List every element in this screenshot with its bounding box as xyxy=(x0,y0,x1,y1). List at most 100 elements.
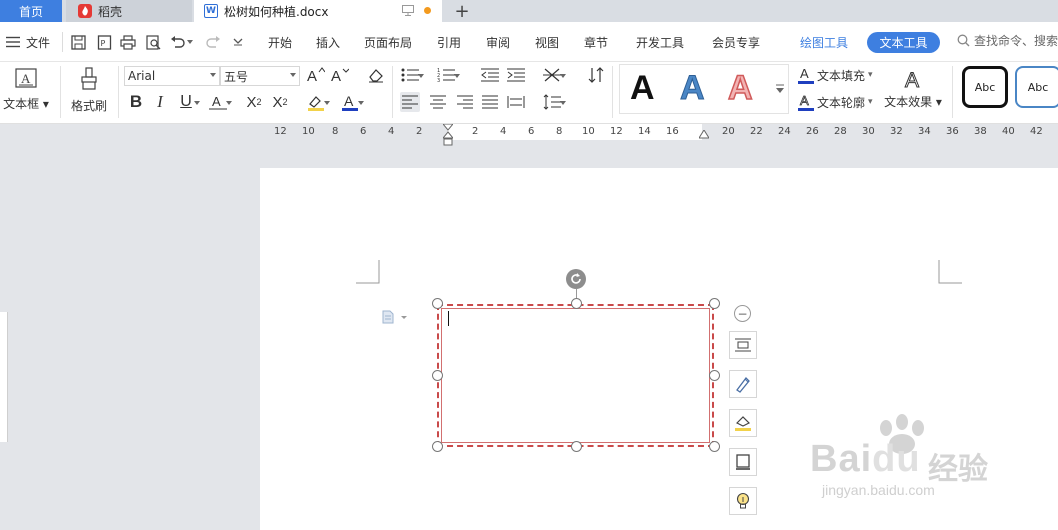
print-preview-icon[interactable] xyxy=(145,34,161,50)
tab-references[interactable]: 引用 xyxy=(437,22,461,62)
rotate-handle-icon[interactable] xyxy=(566,269,586,289)
redo-icon[interactable] xyxy=(205,34,221,50)
decrease-indent-icon[interactable] xyxy=(480,65,500,85)
font-name-select[interactable]: Arial xyxy=(124,66,220,86)
resize-handle-right[interactable] xyxy=(709,370,720,381)
tab-review[interactable]: 审阅 xyxy=(486,22,510,62)
shape-outline-icon[interactable] xyxy=(729,409,757,437)
sort-icon[interactable] xyxy=(586,65,606,85)
watermark-url: jingyan.baidu.com xyxy=(822,482,935,498)
svg-text:A: A xyxy=(344,93,354,109)
wordart-more-icon[interactable] xyxy=(776,83,784,97)
svg-text:A: A xyxy=(905,69,919,91)
svg-text:A: A xyxy=(331,68,341,83)
chinese-layout-icon[interactable] xyxy=(542,65,566,85)
align-center-button[interactable] xyxy=(428,92,448,112)
resize-handle-bottom-left[interactable] xyxy=(432,441,443,452)
bold-button[interactable]: B xyxy=(126,92,146,112)
tab-member[interactable]: 会员专享 xyxy=(712,22,760,62)
tab-home[interactable]: 首页 xyxy=(0,0,62,22)
text-effects-button[interactable]: A 文本效果 ▾ xyxy=(882,62,944,122)
numbered-list-icon[interactable]: 123 xyxy=(436,65,460,85)
grow-font-icon[interactable]: A xyxy=(306,65,326,85)
font-size-select[interactable]: 五号 xyxy=(220,66,300,86)
command-search[interactable]: 查找命令、搜索 xyxy=(957,32,1058,49)
resize-handle-top-left[interactable] xyxy=(432,298,443,309)
resize-handle-left[interactable] xyxy=(432,370,443,381)
resize-handle-top[interactable] xyxy=(571,298,582,309)
tab-section[interactable]: 章节 xyxy=(584,22,608,62)
tab-daoke[interactable]: 稻壳 xyxy=(66,0,192,22)
underline-button[interactable]: U xyxy=(176,92,200,112)
save-icon[interactable] xyxy=(70,34,86,50)
print-icon[interactable] xyxy=(120,34,136,50)
character-spacing-icon[interactable]: A xyxy=(208,92,232,112)
customize-toolbar-icon[interactable] xyxy=(230,34,246,50)
word-doc-icon: W xyxy=(204,4,218,18)
divider xyxy=(60,66,61,118)
format-painter-label: 格式刷 xyxy=(70,99,107,113)
bullet-list-icon[interactable] xyxy=(400,65,424,85)
file-menu[interactable]: 文件 xyxy=(6,22,50,62)
tab-start[interactable]: 开始 xyxy=(268,22,292,62)
text-fill-label: 文本填充 xyxy=(817,68,866,83)
text-outline-button[interactable]: A 文本轮廓 ▾ xyxy=(798,92,878,112)
shape-effects-icon[interactable] xyxy=(729,448,757,476)
shrink-font-icon[interactable]: A xyxy=(330,65,350,85)
format-painter-button[interactable]: 格式刷 xyxy=(66,62,112,122)
resize-handle-bottom[interactable] xyxy=(571,441,582,452)
undo-icon[interactable] xyxy=(170,34,186,50)
vertical-ruler[interactable] xyxy=(0,124,8,530)
tab-developer[interactable]: 开发工具 xyxy=(636,22,684,62)
watermark-baidu-text: Baidu xyxy=(810,438,921,480)
shape-style-black[interactable]: Abc xyxy=(962,66,1008,108)
resize-handle-bottom-right[interactable] xyxy=(709,441,720,452)
align-left-button[interactable] xyxy=(400,92,420,112)
menu-bar: 文件 P 开始 插入 页面布局 引用 审阅 视图 章节 开发工具 会员专享 绘图… xyxy=(0,22,1058,62)
wordart-black-option[interactable]: A xyxy=(630,69,655,108)
daoke-logo-icon xyxy=(78,4,92,18)
align-right-button[interactable] xyxy=(455,92,475,112)
italic-button[interactable]: I xyxy=(150,92,170,112)
text-box[interactable] xyxy=(437,304,714,447)
increase-indent-icon[interactable] xyxy=(506,65,526,85)
collapse-toolbar-button[interactable]: − xyxy=(734,305,751,322)
wordart-blue-option[interactable]: A xyxy=(680,69,706,108)
shape-fill-icon[interactable] xyxy=(729,370,757,398)
tab-text-tools[interactable]: 文本工具 xyxy=(867,32,940,53)
shape-style-blue[interactable]: Abc xyxy=(1015,66,1058,108)
distribute-button[interactable] xyxy=(506,92,526,112)
wordart-red-option[interactable]: A xyxy=(727,68,753,108)
text-effects-label: 文本效果 xyxy=(884,95,933,109)
resize-handle-top-right[interactable] xyxy=(709,298,720,309)
paragraph-options-icon[interactable] xyxy=(382,310,408,327)
highlight-icon[interactable] xyxy=(306,92,330,112)
indent-marker-icon[interactable] xyxy=(441,123,455,151)
tab-view[interactable]: 视图 xyxy=(535,22,559,62)
tab-drawing-tools[interactable]: 绘图工具 xyxy=(800,22,848,62)
textbox-button[interactable]: A 文本框 ▾ xyxy=(2,62,50,122)
tab-insert[interactable]: 插入 xyxy=(316,22,340,62)
textbox-label: 文本框 ▾ xyxy=(3,97,49,111)
subscript-button[interactable]: X2 xyxy=(270,92,290,112)
text-fill-button[interactable]: A 文本填充 ▾ xyxy=(798,65,878,85)
monitor-icon[interactable] xyxy=(402,5,414,19)
new-tab-button[interactable]: + xyxy=(452,0,472,22)
line-spacing-icon[interactable] xyxy=(542,92,566,112)
tab-home-label: 首页 xyxy=(18,4,43,19)
layout-options-icon[interactable] xyxy=(729,331,757,359)
svg-text:3: 3 xyxy=(437,78,440,82)
smart-suggest-icon[interactable] xyxy=(729,487,757,515)
tab-document[interactable]: W 松树如何种植.docx xyxy=(194,0,442,22)
horizontal-ruler[interactable]: 12 10 8 6 4 2 2 4 6 8 10 12 14 16 20 22 … xyxy=(262,123,1058,146)
clear-format-icon[interactable] xyxy=(366,65,386,85)
svg-text:A: A xyxy=(307,68,317,83)
right-indent-marker-icon[interactable] xyxy=(698,129,710,143)
superscript-button[interactable]: X2 xyxy=(244,92,264,112)
tab-page-layout[interactable]: 页面布局 xyxy=(364,22,412,62)
font-color-icon[interactable]: A xyxy=(340,92,364,112)
export-pdf-icon[interactable]: P xyxy=(96,34,112,50)
justify-button[interactable] xyxy=(480,92,500,112)
text-outline-label: 文本轮廓 xyxy=(817,95,866,110)
undo-dropdown-icon[interactable] xyxy=(186,34,194,50)
